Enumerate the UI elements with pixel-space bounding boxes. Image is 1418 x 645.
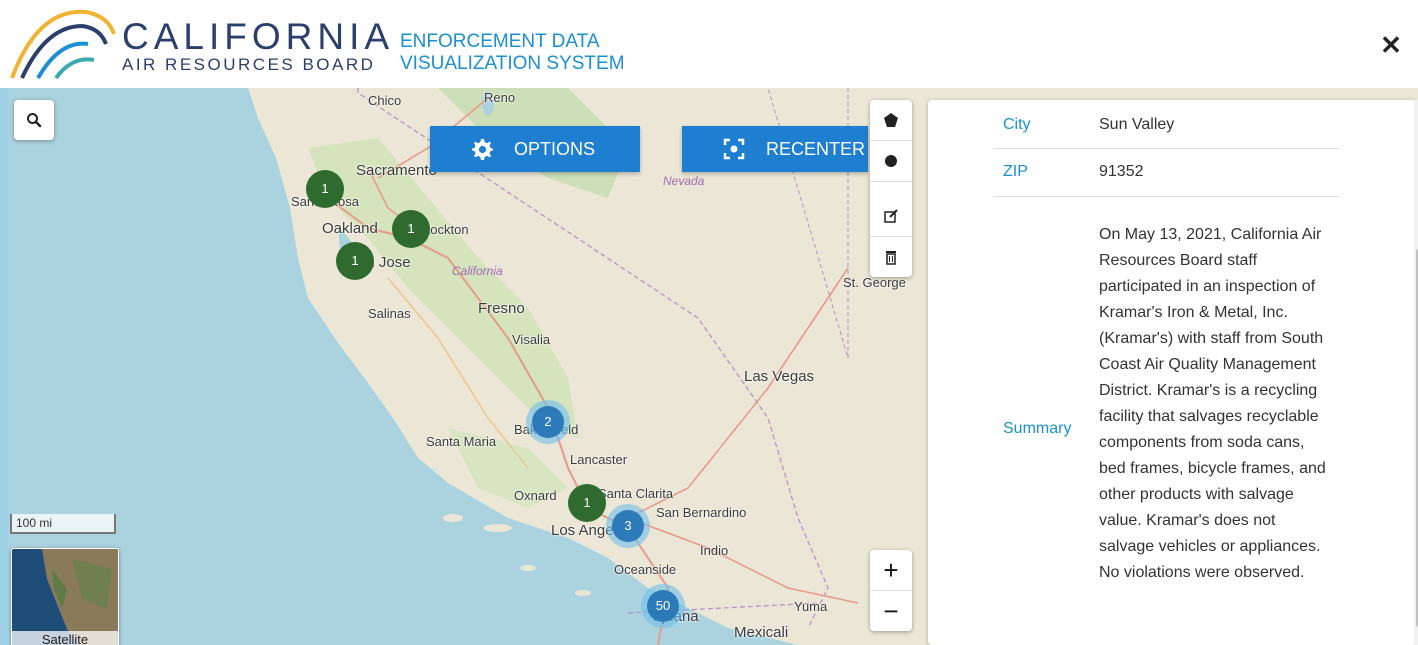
detail-value-city: Sun Valley (1099, 116, 1175, 133)
city-label-san-bernardino: San Bernardino (656, 505, 747, 520)
options-label: OPTIONS (514, 138, 596, 159)
detail-key-city: City (1003, 116, 1031, 133)
state-label-california: California (452, 264, 503, 278)
city-label-indio: Indio (700, 543, 729, 558)
recenter-icon (720, 135, 748, 163)
details-panel: City Sun Valley ZIP 91352 Summary On May… (961, 102, 1372, 645)
close-icon: ✕ (1380, 30, 1402, 60)
detail-row-zip: ZIP 91352 (993, 148, 1339, 197)
city-label-fresno: Fresno (478, 300, 525, 317)
detail-value-summary: On May 13, 2021, California Air Resource… (1099, 226, 1326, 581)
city-label-oakland: Oakland (322, 220, 378, 237)
city-label-visalia: Visalia (512, 332, 551, 347)
panel-scrollbar[interactable] (1414, 100, 1418, 645)
cluster-marker-santa-clarita[interactable]: 1 (568, 484, 606, 522)
cluster-marker-stockton[interactable]: 1 (392, 210, 430, 248)
recenter-button[interactable]: RECENTER (682, 126, 868, 172)
detail-key-zip: ZIP (1003, 163, 1028, 180)
toolbar-gap (870, 182, 912, 196)
options-button[interactable]: OPTIONS (430, 126, 640, 172)
brand-subtitle: AIR RESOURCES BOARD (122, 55, 376, 74)
delete-shapes-button[interactable] (870, 237, 912, 277)
map-view[interactable]: Nevada California Chico Reno Sacramento … (8, 88, 1418, 645)
satellite-label: Satellite (12, 631, 118, 645)
draw-toolbar (870, 100, 912, 277)
detail-key-summary: Summary (1003, 420, 1072, 437)
cluster-marker-bakersfield[interactable]: 2 (526, 400, 570, 444)
city-label-reno: Reno (484, 90, 516, 105)
city-label-lancaster: Lancaster (570, 452, 628, 467)
cluster-marker-santa-rosa[interactable]: 1 (306, 170, 344, 208)
zoom-in-button[interactable]: + (870, 550, 912, 591)
city-label-oceanside: Oceanside (614, 562, 677, 577)
app-header: CALIFORNIA AIR RESOURCES BOARD ENFORCEME… (0, 0, 1418, 88)
city-label-oxnard: Oxnard (514, 488, 557, 503)
detail-row-city: City Sun Valley (993, 102, 1339, 149)
map-scale: 100 mi (10, 514, 116, 534)
city-label-santa-clarita: Santa Clarita (598, 486, 674, 501)
satellite-layer-toggle[interactable]: Satellite (11, 548, 119, 645)
system-name-line1: ENFORCEMENT DATA (400, 31, 600, 52)
city-label-yuma: Yuma (794, 599, 828, 614)
city-label-santa-maria: Santa Maria (426, 434, 497, 449)
search-icon (27, 113, 42, 128)
city-label-salinas: Salinas (368, 306, 411, 321)
carb-logo (10, 9, 116, 80)
city-label-sacramento: Sacramento (356, 162, 437, 179)
zoom-control: + − (870, 550, 912, 631)
page-edge (0, 88, 8, 645)
trash-icon (886, 251, 896, 265)
brand-title: CALIFORNIA (122, 16, 395, 57)
draw-circle-button[interactable] (870, 141, 912, 182)
detail-value-zip: 91352 (1099, 163, 1144, 180)
city-label-mexicali: Mexicali (734, 624, 789, 641)
cluster-count: 2 (532, 406, 564, 438)
city-label-las-vegas: Las Vegas (744, 368, 815, 385)
zoom-out-button[interactable]: − (870, 591, 912, 631)
polygon-icon (884, 113, 898, 127)
edit-icon (884, 209, 898, 223)
edit-shapes-button[interactable] (870, 196, 912, 237)
cluster-marker-los-angeles[interactable]: 3 (606, 504, 650, 548)
close-panel-button[interactable]: ✕ (1373, 27, 1409, 63)
circle-icon (885, 155, 897, 167)
draw-polygon-button[interactable] (870, 100, 912, 141)
cluster-count: 50 (647, 590, 679, 622)
system-name-line2: VISUALIZATION SYSTEM (400, 53, 625, 74)
state-label-nevada: Nevada (663, 174, 705, 188)
recenter-label: RECENTER (766, 138, 866, 159)
cluster-count: 3 (612, 510, 644, 542)
cluster-marker-san-jose[interactable]: 1 (336, 242, 374, 280)
gear-icon (468, 135, 496, 163)
city-label-chico: Chico (368, 93, 402, 108)
cluster-marker-san-diego[interactable]: 50 (641, 584, 685, 628)
city-label-st-george: St. George (843, 275, 906, 290)
map-search-button[interactable] (14, 100, 54, 140)
